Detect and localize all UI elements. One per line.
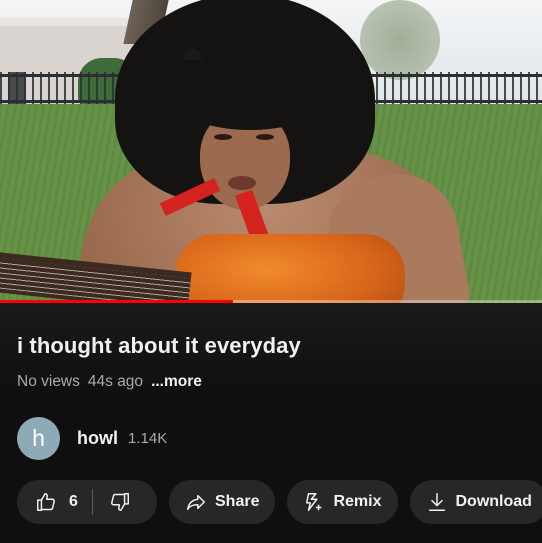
channel-row[interactable]: h howl 1.14K: [17, 416, 168, 460]
upload-age: 44s ago: [87, 373, 144, 390]
download-label: Download: [455, 493, 532, 510]
more-link[interactable]: ...more: [151, 373, 202, 391]
video-guitar-body: [175, 234, 405, 303]
action-bar: 6 Share Remix Download: [17, 480, 542, 524]
like-count: 6: [69, 493, 78, 510]
video-title[interactable]: i thought about it everyday: [17, 333, 301, 359]
video-scene-palm: [360, 0, 440, 80]
remix-label: Remix: [333, 493, 382, 510]
download-icon: [428, 493, 445, 511]
video-player[interactable]: [0, 0, 542, 303]
remix-button[interactable]: Remix: [287, 480, 398, 524]
share-label: Share: [215, 493, 260, 510]
channel-avatar[interactable]: h: [17, 416, 60, 460]
video-person-eye-right: [256, 134, 274, 140]
video-person-fringe: [170, 60, 330, 130]
share-arrow-icon: [187, 494, 205, 511]
share-button[interactable]: Share: [169, 480, 276, 524]
video-person-lips: [228, 176, 256, 190]
like-button[interactable]: 6: [35, 491, 78, 513]
channel-name[interactable]: howl: [77, 428, 118, 449]
video-person-eye-left: [214, 134, 232, 140]
view-count: No views: [17, 373, 80, 390]
download-button[interactable]: Download: [409, 480, 542, 524]
thumbs-down-icon: [110, 493, 129, 511]
like-divider: [91, 489, 93, 515]
remix-icon: [306, 493, 322, 511]
thumbs-up-icon: [37, 493, 55, 511]
subscriber-count: 1.14K: [128, 429, 168, 447]
like-dislike-pill: 6: [17, 480, 157, 524]
video-info-panel: i thought about it everyday No views 44s…: [0, 303, 542, 543]
video-metadata[interactable]: No views 44s ago ...more: [17, 373, 202, 391]
dislike-button[interactable]: [109, 491, 131, 513]
